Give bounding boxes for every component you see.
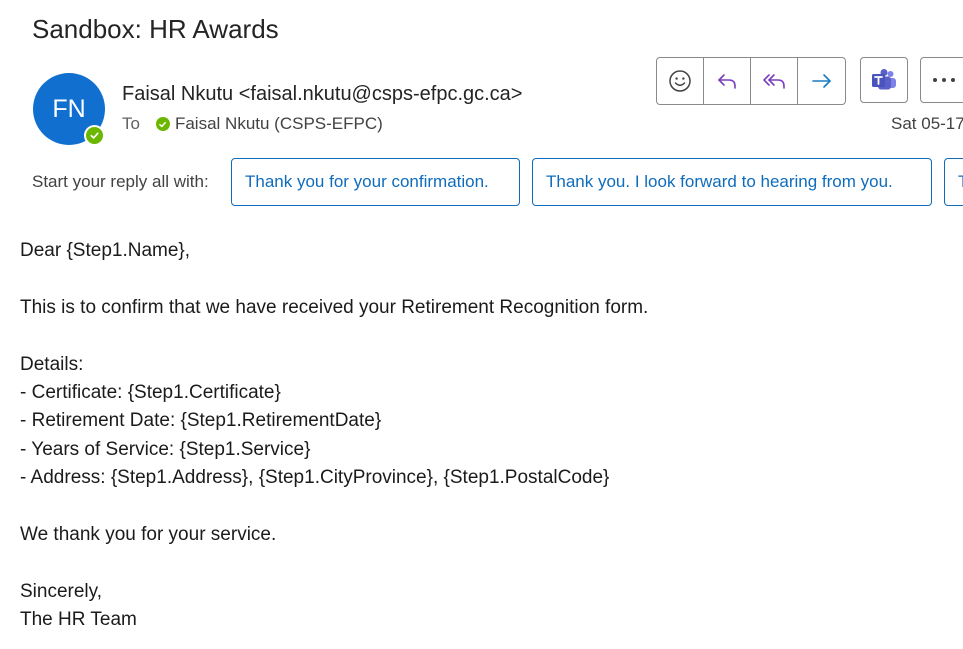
more-icon	[933, 78, 955, 82]
intro-paragraph: This is to confirm that we have received…	[20, 296, 649, 318]
forward-button[interactable]	[798, 58, 845, 104]
detail-retirement-date: - Retirement Date: {Step1.RetirementDate…	[20, 410, 382, 432]
forward-icon	[811, 74, 831, 88]
suggested-reply-3[interactable]: T	[944, 158, 963, 206]
teams-icon	[872, 69, 896, 90]
presence-available-icon	[84, 125, 105, 146]
thanks-paragraph: We thank you for your service.	[20, 523, 277, 545]
detail-address: - Address: {Step1.Address}, {Step1.CityP…	[20, 467, 610, 489]
message-date: Sat 05-17	[891, 114, 963, 133]
recipient-line: To Faisal Nkutu (CSPS-EFPC)	[122, 114, 383, 134]
reply-icon	[718, 74, 736, 89]
greeting: Dear {Step1.Name},	[20, 240, 191, 261]
detail-certificate: - Certificate: {Step1.Certificate}	[20, 381, 281, 403]
message-actions	[656, 57, 846, 105]
suggested-reply-2[interactable]: Thank you. I look forward to hearing fro…	[532, 158, 932, 206]
recipient-name[interactable]: Faisal Nkutu (CSPS-EFPC)	[175, 114, 383, 134]
avatar-initials: FN	[52, 94, 86, 123]
reply-all-icon	[763, 74, 785, 89]
sender-name[interactable]: Faisal Nkutu <faisal.nkutu@csps-efpc.gc.…	[122, 83, 523, 106]
suggested-reply-1[interactable]: Thank you for your confirmation.	[231, 158, 520, 206]
recipient-presence-icon	[155, 117, 170, 131]
closing: Sincerely,	[20, 580, 103, 602]
message-subject: Sandbox: HR Awards	[32, 14, 279, 44]
detail-years-of-service: - Years of Service: {Step1.Service}	[20, 438, 311, 460]
details-heading: Details:	[20, 353, 84, 375]
to-label: To	[122, 114, 140, 133]
reply-button[interactable]	[704, 58, 751, 104]
emoji-icon	[669, 70, 691, 92]
share-to-teams-button[interactable]	[860, 57, 908, 103]
reply-all-button[interactable]	[751, 58, 798, 104]
emoji-reaction-button[interactable]	[657, 58, 704, 104]
message-body: Dear {Step1.Name}, This is to confirm th…	[20, 237, 648, 634]
signature: The HR Team	[20, 609, 137, 631]
more-actions-button[interactable]	[920, 57, 963, 103]
suggested-replies-label: Start your reply all with:	[32, 172, 209, 191]
